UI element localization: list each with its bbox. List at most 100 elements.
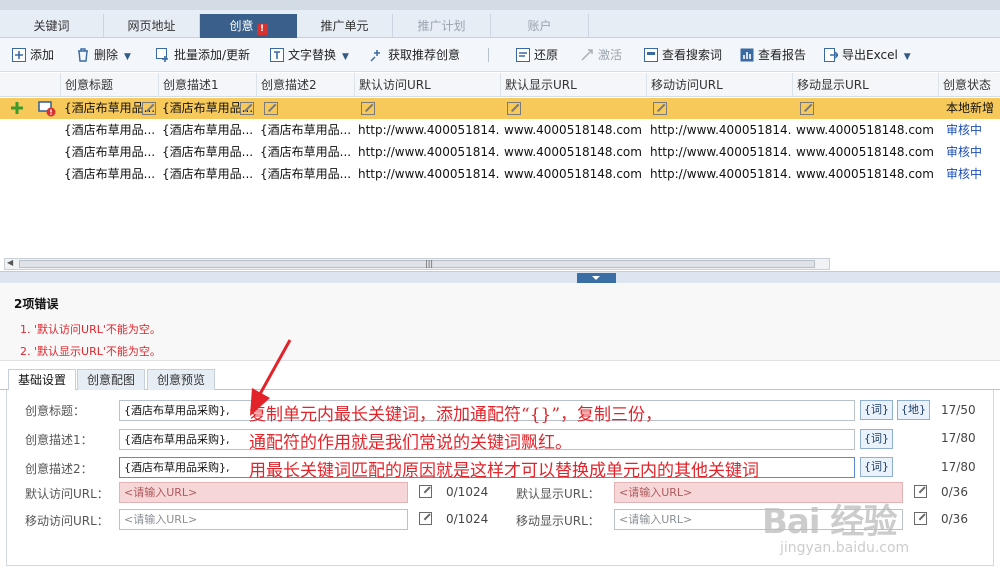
insert-word-button[interactable]: {词} — [860, 457, 893, 477]
edit-icon[interactable] — [361, 102, 375, 115]
insert-place-button[interactable]: {地} — [897, 400, 930, 420]
tab-ad-group[interactable]: 推广单元 — [297, 14, 393, 38]
insert-word-button[interactable]: {词} — [860, 400, 893, 420]
add-label: 添加 — [30, 48, 55, 62]
add-button[interactable]: 添加 — [12, 46, 54, 64]
cell-mobile-url[interactable]: http://www.400051814... — [646, 164, 792, 185]
warning-icon: ! — [256, 24, 268, 35]
scroll-left-icon[interactable]: ◀ — [7, 258, 13, 267]
tab-campaign[interactable]: 推广计划 — [393, 14, 491, 38]
annotation-line: 通配符的作用就是我们常说的关键词飘红。 — [249, 433, 572, 453]
column-header[interactable]: 默认访问URL — [354, 73, 500, 97]
activate-label: 激活 — [598, 48, 623, 62]
activate-button[interactable]: 激活 — [580, 46, 622, 64]
view-report-button[interactable]: 查看报告 — [740, 46, 806, 64]
restore-icon — [516, 48, 530, 62]
column-header[interactable]: 移动访问URL — [646, 73, 792, 97]
title-label: 创意标题： — [25, 404, 86, 418]
mobile-url-input[interactable]: <请输入URL> — [119, 509, 408, 530]
grid-header: 创意标题 创意描述1 创意描述2 默认访问URL 默认显示URL 移动访问URL… — [0, 73, 1000, 97]
scrollbar-thumb[interactable]: ||| — [19, 259, 815, 268]
tab-creative[interactable]: 创意! — [200, 14, 297, 38]
title-char-count: 17/50 — [941, 403, 976, 417]
tab-label: 推广计划 — [417, 19, 466, 33]
tab-keywords[interactable]: 关键词 — [0, 14, 104, 38]
column-header[interactable]: 移动显示URL — [792, 73, 938, 97]
tab-urls[interactable]: 网页地址 — [104, 14, 200, 38]
watermark-url: jingyan.baidu.com — [780, 540, 910, 556]
add-row-icon — [10, 101, 24, 118]
edit-icon[interactable] — [653, 102, 667, 115]
edit-icon[interactable] — [142, 102, 156, 115]
table-row[interactable]: {酒店布草用品... {酒店布草用品... {酒店布草用品... http://… — [0, 164, 1000, 185]
cell-mobile-url[interactable]: http://www.400051814... — [646, 142, 792, 163]
column-header[interactable]: 创意描述1 — [158, 73, 256, 97]
edit-icon[interactable] — [800, 102, 814, 115]
desc1-char-count: 17/80 — [941, 431, 976, 445]
cell-desc1[interactable]: {酒店布草用品... — [158, 120, 256, 141]
tab-basic-settings[interactable]: 基础设置 — [8, 369, 77, 391]
form-tabs: 基础设置 创意配图 创意预览 — [0, 367, 1000, 391]
watermark-logo: Bai 经验 — [762, 502, 897, 542]
get-recommend-label: 获取推荐创意 — [388, 48, 461, 62]
column-header[interactable]: 默认显示URL — [500, 73, 646, 97]
cell-title[interactable]: {酒店布草用品... — [60, 142, 158, 163]
restore-label: 还原 — [534, 48, 559, 62]
tab-creative-preview[interactable]: 创意预览 — [147, 369, 216, 390]
annotation-line: 复制单元内最长关键词，添加通配符“{}”，复制三份， — [249, 405, 663, 425]
batch-add-icon — [156, 48, 170, 62]
cell-desc1[interactable]: {酒店布草用品... — [158, 142, 256, 163]
cell-desc2[interactable]: {酒店布草用品... — [256, 164, 354, 185]
default-url-input[interactable]: <请输入URL> — [119, 482, 408, 503]
view-search-terms-button[interactable]: 查看搜索词 — [644, 46, 722, 64]
cell-desc2[interactable]: {酒店布草用品... — [256, 120, 354, 141]
cell-display-url[interactable]: www.4000518148.com — [500, 120, 646, 141]
cell-mobile-url[interactable]: http://www.400051814... — [646, 120, 792, 141]
collapse-handle[interactable] — [577, 273, 616, 283]
cell-title[interactable]: {酒店布草用品... — [60, 120, 158, 141]
text-replace-label: 文字替换 — [288, 48, 337, 62]
batch-add-button[interactable]: 批量添加/更新 — [156, 46, 250, 64]
edit-icon[interactable] — [507, 102, 521, 115]
chevron-down-icon[interactable]: ▼ — [342, 52, 349, 62]
toolbar: 添加 删除 ▼ 批量添加/更新 文字替换 ▼ 获取推荐创意 还原 激活 查看搜索词 … — [0, 38, 1000, 72]
column-header[interactable]: 创意状态 — [938, 73, 1000, 97]
horizontal-scrollbar[interactable]: ◀ ||| — [4, 258, 830, 270]
cell-url[interactable]: http://www.400051814... — [354, 142, 500, 163]
default-url-label: 默认访问URL： — [25, 487, 109, 501]
column-header[interactable]: 创意标题 — [60, 73, 158, 97]
insert-word-button[interactable]: {词} — [860, 429, 893, 449]
top-strip — [0, 0, 1000, 10]
chevron-down-icon[interactable]: ▼ — [124, 52, 131, 62]
panel-splitter[interactable] — [0, 271, 1000, 283]
cell-desc1[interactable]: {酒店布草用品... — [158, 164, 256, 185]
open-link-icon[interactable] — [419, 485, 432, 498]
cell-mobile-display-url[interactable]: www.4000518148.com — [792, 164, 938, 185]
cell-title[interactable]: {酒店布草用品... — [60, 164, 158, 185]
chevron-down-icon[interactable]: ▼ — [904, 52, 911, 62]
table-row[interactable]: {酒店布草用品... {酒店布草用品... 本地新增 — [0, 98, 1000, 119]
open-link-icon[interactable] — [419, 512, 432, 525]
export-button[interactable]: 导出Excel ▼ — [824, 46, 911, 64]
table-row[interactable]: {酒店布草用品... {酒店布草用品... {酒店布草用品... http://… — [0, 120, 1000, 141]
cell-desc2[interactable]: {酒店布草用品... — [256, 142, 354, 163]
edit-icon[interactable] — [240, 102, 254, 115]
delete-button[interactable]: 删除 ▼ — [76, 46, 131, 64]
tab-creative-image[interactable]: 创意配图 — [77, 369, 146, 390]
cell-url[interactable]: http://www.400051814... — [354, 120, 500, 141]
get-recommend-button[interactable]: 获取推荐创意 — [370, 46, 460, 64]
cell-display-url[interactable]: www.4000518148.com — [500, 142, 646, 163]
trash-icon — [76, 48, 90, 62]
cell-url[interactable]: http://www.400051814... — [354, 164, 500, 185]
cell-display-url[interactable]: www.4000518148.com — [500, 164, 646, 185]
text-replace-button[interactable]: 文字替换 ▼ — [270, 46, 349, 64]
cell-mobile-display-url[interactable]: www.4000518148.com — [792, 142, 938, 163]
column-header[interactable]: 创意描述2 — [256, 73, 354, 97]
tab-account[interactable]: 账户 — [491, 14, 589, 38]
table-row[interactable]: {酒店布草用品... {酒店布草用品... {酒店布草用品... http://… — [0, 142, 1000, 163]
restore-button[interactable]: 还原 — [516, 46, 558, 64]
edit-icon[interactable] — [264, 102, 278, 115]
delete-label: 删除 — [94, 48, 119, 62]
cell-mobile-display-url[interactable]: www.4000518148.com — [792, 120, 938, 141]
export-label: 导出Excel — [842, 48, 898, 62]
